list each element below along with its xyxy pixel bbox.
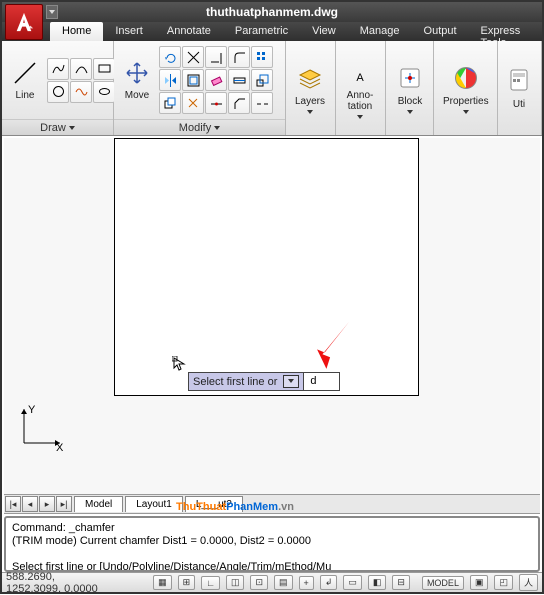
array-icon[interactable] [251,46,273,68]
qat-dropdown[interactable] [46,5,58,19]
status-toggle[interactable]: ∟ [201,576,220,590]
tab-manage[interactable]: Manage [348,22,412,41]
anno-label: Anno- tation [347,90,374,112]
layout-tabbar: |◂ ◂ ▸ ▸| Model Layout1 L___ut2 [4,494,540,514]
extend-icon[interactable] [205,46,227,68]
status-toggle[interactable]: ⊞ [178,575,196,590]
callout-arrow-icon [316,316,356,372]
arc-icon[interactable] [70,58,92,80]
properties-button[interactable]: Properties [437,61,495,116]
utilities-button[interactable]: Uti [501,64,537,112]
modify-tools [157,44,275,116]
ellipse-icon[interactable] [93,81,115,103]
ucs-icon: YX [16,403,64,454]
explode-icon[interactable] [182,92,204,114]
layers-label: Layers [295,96,325,107]
status-toggle[interactable]: ▦ [153,575,172,590]
status-toggle[interactable]: ↲ [320,575,338,590]
tab-insert[interactable]: Insert [103,22,155,41]
model-tab[interactable]: Model [74,496,123,512]
drawing-rectangle [114,138,419,396]
rotate-icon[interactable] [159,46,181,68]
dynamic-input[interactable]: d [304,372,340,391]
erase-icon[interactable] [205,69,227,91]
modify-panel-title[interactable]: Modify [114,119,285,135]
tab-view[interactable]: View [300,22,348,41]
status-bar: 588.2690, 1252.3099, 0.0000 ▦ ⊞ ∟ ◫ ⊡ ▤ … [2,572,542,592]
break-icon[interactable] [251,92,273,114]
status-toggle[interactable]: 人 [519,574,538,591]
tab-annotate[interactable]: Annotate [155,22,223,41]
model-space-button[interactable]: MODEL [422,576,464,590]
tab-nav-next[interactable]: ▸ [39,496,55,512]
annotation-button[interactable]: A Anno- tation [339,55,381,121]
stretch-icon[interactable] [228,69,250,91]
draw-tools [45,56,117,105]
tab-express[interactable]: Express Tools [469,22,542,41]
status-toggle[interactable]: ⊡ [250,575,268,590]
spline-icon[interactable] [70,81,92,103]
application-menu-button[interactable] [5,4,43,40]
offset-icon[interactable] [182,69,204,91]
status-toggle[interactable]: ◰ [494,575,513,590]
status-toggle[interactable]: ◧ [368,575,387,590]
scale-icon[interactable] [251,69,273,91]
cursor-icon [172,356,188,372]
props-label: Properties [443,96,489,107]
mirror-icon[interactable] [159,69,181,91]
dyn-dropdown-icon[interactable] [283,375,299,388]
block-label: Block [398,96,422,107]
block-button[interactable]: Block [389,61,431,116]
tab-nav-prev[interactable]: ◂ [22,496,38,512]
svg-text:X: X [56,442,64,451]
svg-text:A: A [356,72,364,84]
fillet-icon[interactable] [228,46,250,68]
layout2-tab[interactable]: L___ut2 [185,496,243,512]
ribbon: Line Draw Move [2,41,542,136]
drawing-area[interactable]: Select first line or d YX [4,138,540,504]
chamfer-icon[interactable] [228,92,250,114]
util-label: Uti [513,99,525,110]
rect-icon[interactable] [93,58,115,80]
status-toggle[interactable]: ▭ [343,575,362,590]
tab-home[interactable]: Home [50,22,103,41]
status-toggle[interactable]: ▤ [274,575,293,590]
move-label: Move [125,90,149,101]
polyline-icon[interactable] [47,58,69,80]
layers-button[interactable]: Layers [289,61,331,116]
join-icon[interactable] [205,92,227,114]
dynamic-prompt: Select first line or [188,372,304,391]
circle-icon[interactable] [47,81,69,103]
coords-readout: 588.2690, 1252.3099, 0.0000 [6,571,111,595]
trim-icon[interactable] [182,46,204,68]
draw-panel-title[interactable]: Draw [2,119,113,135]
command-window[interactable]: Command: _chamfer (TRIM mode) Current ch… [4,516,540,572]
tab-nav-last[interactable]: ▸| [56,496,72,512]
status-toggle[interactable]: + [299,576,314,590]
window-title: thuthuatphanmem.dwg [206,5,338,19]
status-toggle[interactable]: ▣ [470,575,489,590]
ribbon-tabstrip: Home Insert Annotate Parametric View Man… [2,22,542,41]
tab-nav-first[interactable]: |◂ [5,496,21,512]
line-label: Line [16,90,35,101]
status-toggle[interactable]: ◫ [226,575,245,590]
line-button[interactable]: Line [5,57,45,103]
layout1-tab[interactable]: Layout1 [125,496,183,512]
status-toggle[interactable]: ⊟ [392,575,410,590]
tab-output[interactable]: Output [412,22,469,41]
move-button[interactable]: Move [117,57,157,103]
tab-parametric[interactable]: Parametric [223,22,300,41]
svg-text:Y: Y [28,404,36,416]
copy-icon[interactable] [159,92,181,114]
